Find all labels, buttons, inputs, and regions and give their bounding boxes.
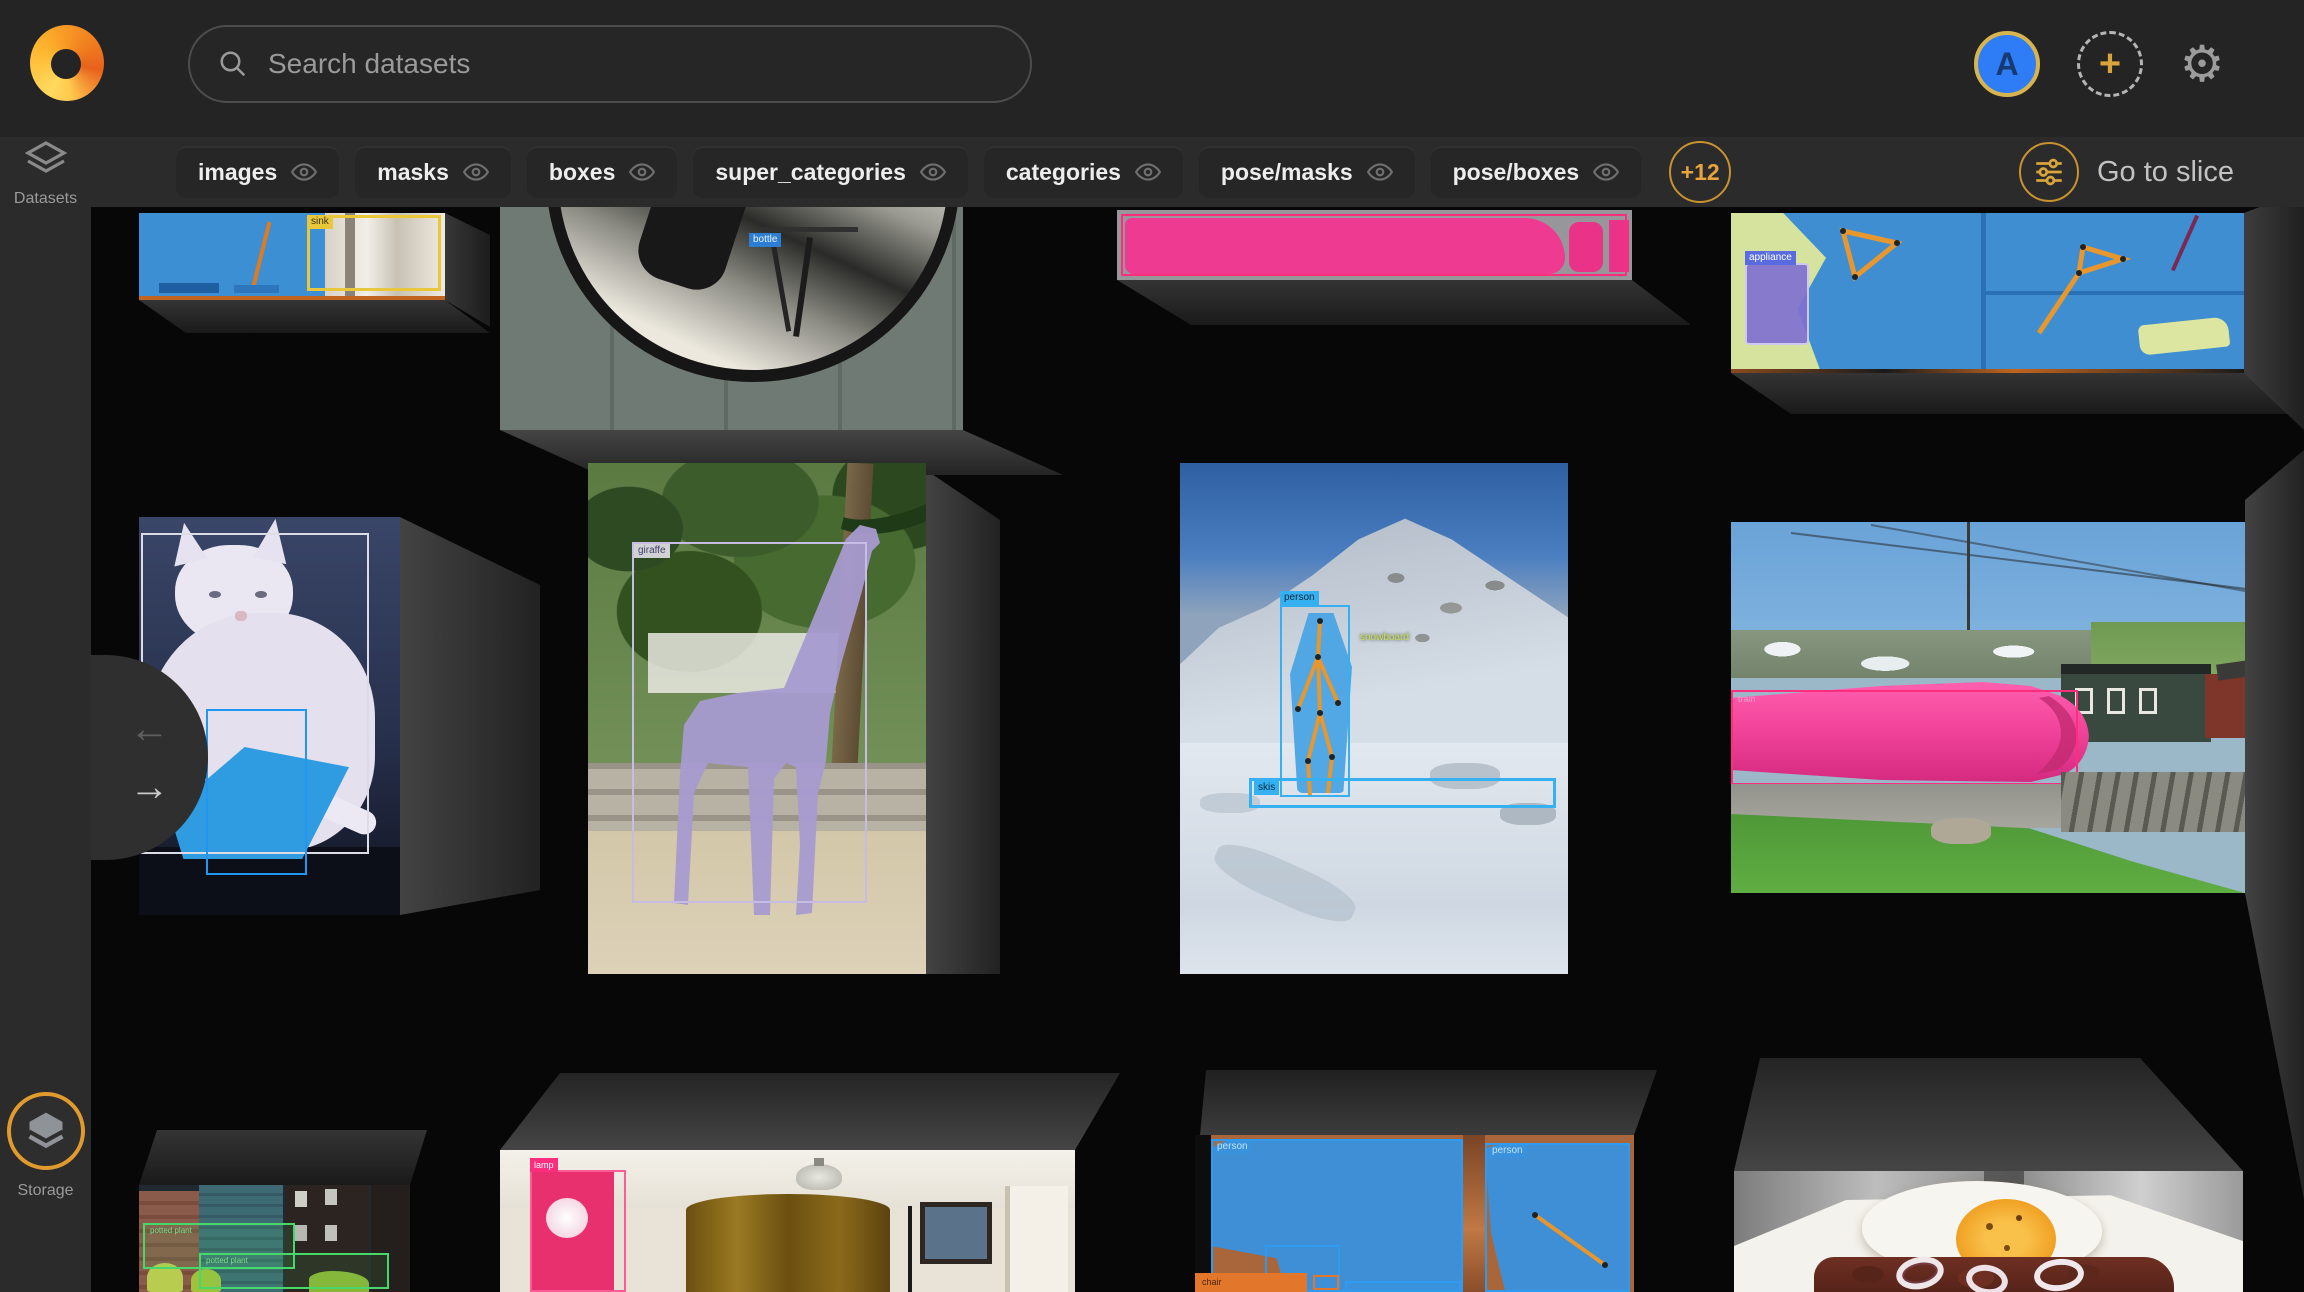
go-to-slice-control[interactable]: Go to slice xyxy=(2019,142,2234,202)
sample-tile-couch[interactable] xyxy=(1117,210,1632,280)
sample-gallery[interactable]: sink bottle appliance xyxy=(91,207,2304,1292)
bounding-box xyxy=(1121,214,1627,276)
bounding-box xyxy=(1731,690,2078,785)
sample-tile-city[interactable]: potted plant potted plant xyxy=(139,1185,410,1292)
sample-tile-kitchen[interactable]: appliance xyxy=(1731,213,2244,373)
annotation-label: train xyxy=(1734,692,1760,706)
sample-tile-mirror[interactable]: bottle xyxy=(500,207,963,430)
field-chip-boxes[interactable]: boxes xyxy=(527,146,677,198)
back-arrow-icon[interactable]: ← xyxy=(120,707,180,751)
annotation-label: skis xyxy=(1254,781,1279,795)
field-filter-bar: images masks boxes super_categories cate… xyxy=(0,137,2304,207)
field-chip-super-categories[interactable]: super_categories xyxy=(693,146,967,198)
sidebar-item-label: Storage xyxy=(0,1182,91,1200)
bounding-box xyxy=(530,1170,626,1292)
more-fields-badge[interactable]: +12 xyxy=(1669,141,1731,203)
field-chip-list: images masks boxes super_categories cate… xyxy=(176,141,1731,203)
annotation-label: giraffe xyxy=(634,544,670,558)
sample-tile-persons[interactable]: person person chair xyxy=(1195,1135,1634,1292)
sidebar-item-storage[interactable]: Storage xyxy=(0,1092,91,1200)
eye-icon[interactable] xyxy=(291,159,317,185)
eye-icon[interactable] xyxy=(1135,159,1161,185)
field-chip-categories[interactable]: categories xyxy=(984,146,1183,198)
eye-icon[interactable] xyxy=(463,159,489,185)
eye-icon[interactable] xyxy=(920,159,946,185)
eye-icon[interactable] xyxy=(629,159,655,185)
annotation-label: appliance xyxy=(1745,251,1796,265)
bounding-box xyxy=(632,542,867,903)
search-icon xyxy=(218,49,248,79)
sample-tile-train[interactable]: train xyxy=(1731,522,2245,893)
storage-hexagon-icon xyxy=(24,1109,68,1153)
forward-arrow-icon[interactable]: → xyxy=(120,765,180,809)
sample-tile-annotated-room[interactable]: sink xyxy=(139,213,445,300)
bounding-box xyxy=(1745,263,1809,345)
left-sidebar: Datasets Storage xyxy=(0,137,91,1292)
go-to-slice-label: Go to slice xyxy=(2097,156,2234,189)
sample-tile-food[interactable] xyxy=(1734,1171,2243,1292)
bounding-box xyxy=(206,709,307,875)
search-bar[interactable] xyxy=(188,25,1032,103)
annotation-label: lamp xyxy=(530,1158,558,1172)
bounding-box xyxy=(1313,1275,1339,1290)
top-bar: A + ⚙ xyxy=(0,0,2304,137)
field-chip-pose-masks[interactable]: pose/masks xyxy=(1199,146,1415,198)
pose-skeleton xyxy=(1831,221,1911,287)
sidebar-item-label: Datasets xyxy=(0,190,91,208)
eye-icon[interactable] xyxy=(1593,159,1619,185)
user-avatar[interactable]: A xyxy=(1974,31,2040,97)
annotation-label: potted plant xyxy=(146,1224,196,1238)
sample-tile-room[interactable]: lamp xyxy=(500,1150,1075,1292)
annotation-label: person xyxy=(1488,1144,1527,1158)
add-button[interactable]: + xyxy=(2077,31,2143,97)
annotation-label: bottle xyxy=(749,233,781,247)
field-chip-pose-boxes[interactable]: pose/boxes xyxy=(1431,146,1642,198)
storage-ring xyxy=(7,1092,85,1170)
eye-icon[interactable] xyxy=(1367,159,1393,185)
bounding-box xyxy=(1280,605,1350,797)
sliders-icon[interactable] xyxy=(2019,142,2079,202)
pose-skeleton xyxy=(1525,1205,1615,1275)
layers-icon xyxy=(22,137,70,185)
annotation-label: chair xyxy=(1198,1275,1226,1289)
app-window: A + ⚙ images masks boxes super_categorie… xyxy=(0,0,2304,1292)
bounding-box xyxy=(1345,1281,1461,1292)
app-logo-icon[interactable] xyxy=(30,25,104,101)
annotation-label: person xyxy=(1280,591,1319,605)
annotation-label: sink xyxy=(307,215,333,229)
sample-tile-giraffe[interactable]: giraffe xyxy=(588,463,926,974)
annotation-label: snowboard xyxy=(1356,631,1413,645)
search-input[interactable] xyxy=(266,47,1002,81)
field-chip-masks[interactable]: masks xyxy=(355,146,511,198)
bounding-box xyxy=(1249,778,1556,808)
settings-gear-icon[interactable]: ⚙ xyxy=(2176,38,2228,90)
sidebar-item-datasets[interactable]: Datasets xyxy=(0,137,91,208)
pose-skeleton xyxy=(2031,233,2151,343)
annotation-label: person xyxy=(1213,1140,1252,1154)
sample-tile-skier[interactable]: person snowboard skis xyxy=(1180,463,1568,974)
field-chip-images[interactable]: images xyxy=(176,146,339,198)
annotation-label: potted plant xyxy=(202,1254,252,1268)
